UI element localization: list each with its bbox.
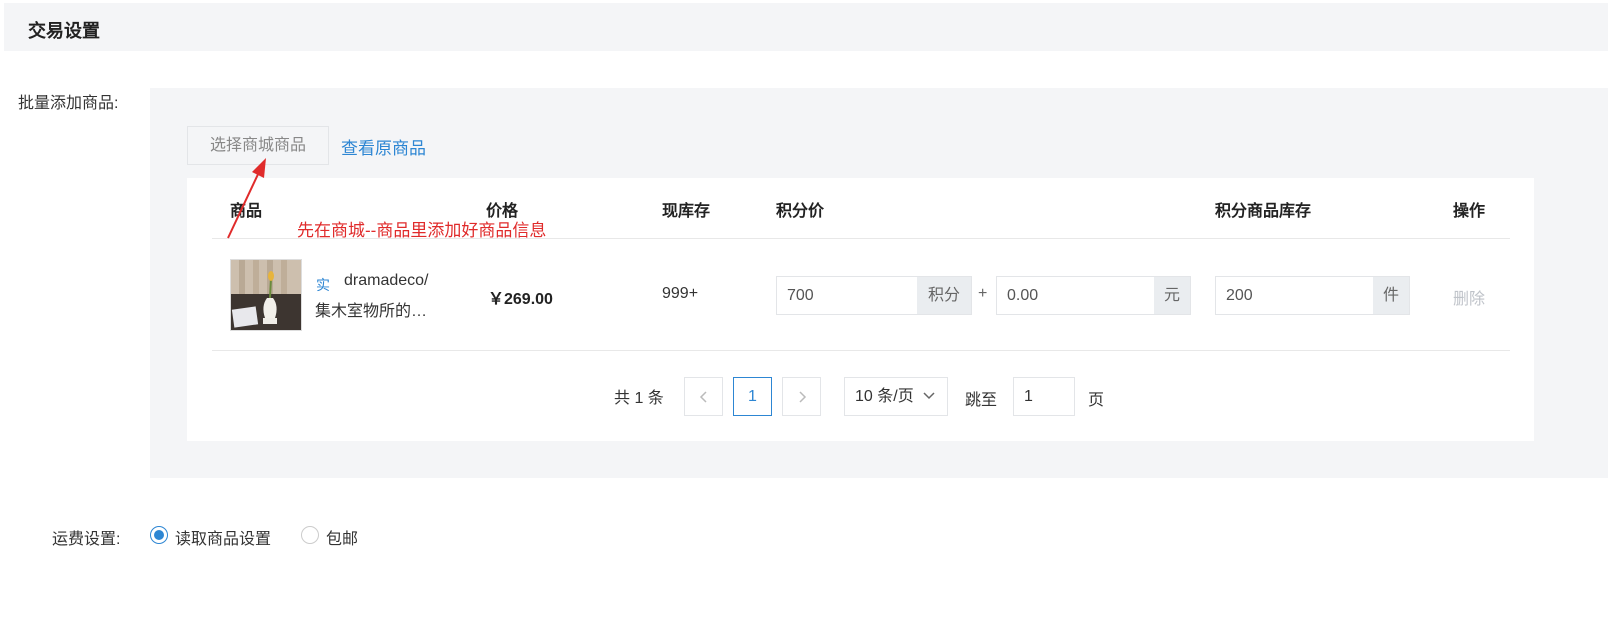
points-stock-unit: 件 [1373,277,1409,314]
product-name-line2: 集木室物所的… [315,303,428,320]
annotation-arrow-icon [227,158,266,239]
product-price: ￥269.00 [488,291,553,308]
section-title: 交易设置 [28,21,100,41]
view-original-products-link[interactable]: 查看原商品 [341,134,426,159]
page-size-value: 10 条/页 [855,388,914,405]
cash-input-group[interactable]: 0.00 元 [996,276,1191,315]
column-header-points-stock: 积分商品库存 [1215,203,1312,220]
product-thumbnail [230,259,302,331]
page-suffix-label: 页 [1088,392,1105,409]
points-input-group[interactable]: 700 积分 [776,276,972,315]
shipping-option-product-settings-label[interactable]: 读取商品设置 [175,525,271,549]
page-1-button[interactable]: 1 [733,377,772,416]
annotation-text: 先在商城--商品里添加好商品信息 [297,221,547,240]
plus-sign: + [978,285,988,302]
chevron-down-icon [923,392,935,400]
shipping-option-free-label[interactable]: 包邮 [326,525,358,549]
chevron-right-icon [798,390,806,403]
points-input[interactable]: 700 [777,277,917,314]
points-stock-input[interactable]: 200 [1216,277,1373,314]
chevron-left-icon [699,390,707,403]
next-page-button[interactable] [782,377,821,416]
pagination-total: 共 1 条 [614,390,664,407]
shipping-label: 运费设置: [52,531,121,548]
column-header-points-price: 积分价 [776,203,825,220]
column-header-action: 操作 [1453,203,1486,220]
shipping-option-product-settings-radio[interactable] [150,526,168,544]
physical-product-badge: 实 [316,277,330,293]
jump-to-label: 跳至 [965,392,998,409]
product-image-icon [231,260,301,330]
prev-page-button[interactable] [684,377,723,416]
batch-add-label: 批量添加商品: [18,95,119,112]
jump-to-input[interactable]: 1 [1013,377,1075,416]
product-name-line1: dramadeco/ [344,272,429,289]
cash-unit: 元 [1154,277,1190,314]
product-stock: 999+ [662,285,699,302]
column-header-stock: 现库存 [662,203,711,220]
delete-button[interactable]: 删除 [1453,285,1485,309]
section-header: 交易设置 [4,3,1608,51]
row-divider [212,350,1510,351]
points-stock-input-group[interactable]: 200 件 [1215,276,1410,315]
shipping-option-free-radio[interactable] [301,526,319,544]
points-unit: 积分 [917,277,971,314]
page-size-select[interactable]: 10 条/页 [844,377,948,416]
cash-input[interactable]: 0.00 [997,277,1154,314]
